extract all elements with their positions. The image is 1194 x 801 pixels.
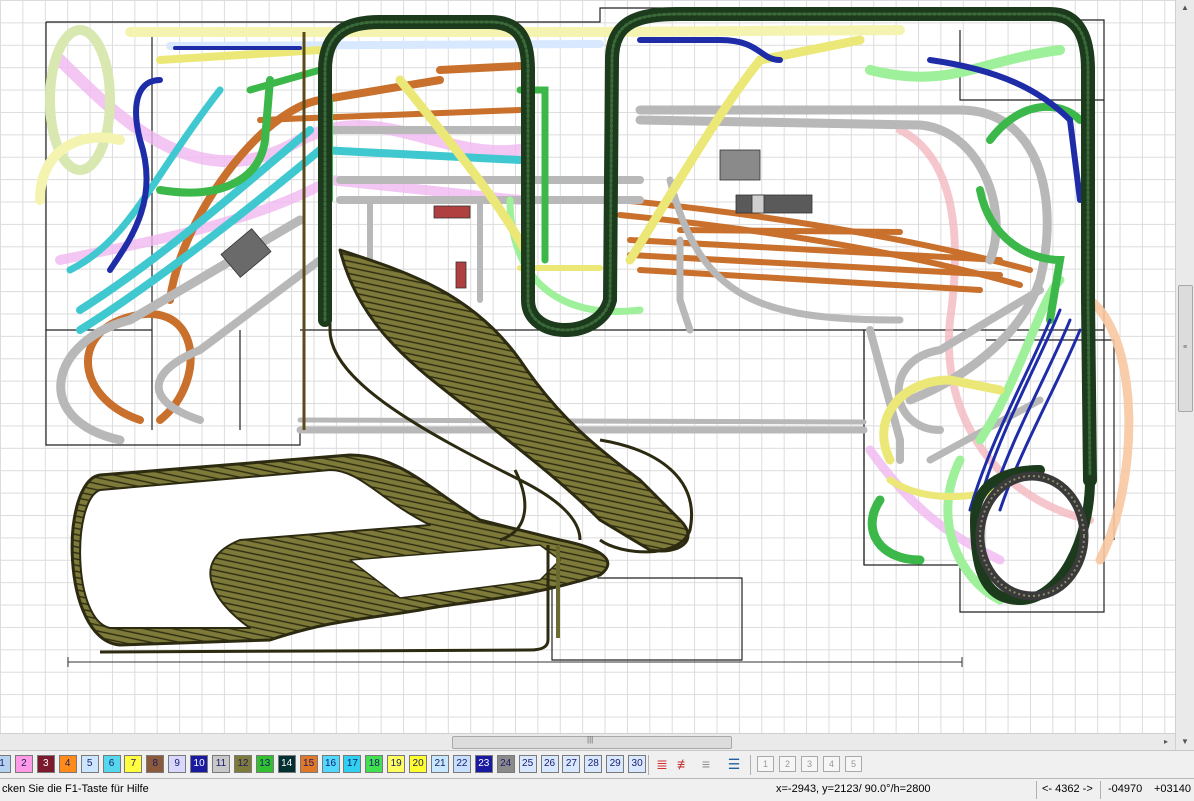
horizontal-scroll-thumb[interactable]: |||	[452, 735, 732, 749]
layer-button-15[interactable]: 15	[299, 755, 318, 773]
layer-button-23[interactable]: 23	[474, 755, 493, 773]
layer-button-2[interactable]: 2	[14, 755, 33, 773]
layer-button-1[interactable]: 1	[0, 755, 11, 773]
layer-button-14[interactable]: 14	[277, 755, 296, 773]
layer-button-24[interactable]: 24	[496, 755, 515, 773]
layer-button-19[interactable]: 19	[387, 755, 406, 773]
layer-button-26[interactable]: 26	[540, 755, 559, 773]
layer-button-11[interactable]: 11	[212, 755, 230, 773]
hide-layers-icon[interactable]: ≢	[674, 754, 694, 774]
view-button-3[interactable]: 3	[801, 756, 818, 772]
brown-tracks	[84, 62, 1033, 424]
view-button-5[interactable]: 5	[845, 756, 862, 772]
layer-button-4[interactable]: 4	[58, 755, 77, 773]
toolbar-separator	[648, 755, 649, 775]
range-readout: <- 4362 ->	[1042, 783, 1093, 795]
layer-button-8[interactable]: 8	[146, 755, 165, 773]
layer-button-13[interactable]: 13	[255, 755, 274, 773]
toolbar-separator	[750, 755, 751, 775]
scroll-grip-icon: ≡	[1183, 344, 1188, 351]
layer-button-28[interactable]: 28	[584, 755, 603, 773]
layer-button-27[interactable]: 27	[562, 755, 581, 773]
layer-button-17[interactable]: 17	[343, 755, 362, 773]
view-button-4[interactable]: 4	[823, 756, 840, 772]
layer-button-16[interactable]: 16	[321, 755, 340, 773]
layer-button-29[interactable]: 29	[606, 755, 625, 773]
status-bar: cken Sie die F1-Taste für Hilfe x=-2943,…	[0, 778, 1194, 801]
scroll-grip-icon: |||	[587, 735, 594, 744]
dimension-line	[67, 657, 963, 667]
scroll-up-icon[interactable]: ▲	[1176, 0, 1194, 16]
layer-toolbar: 1 2 3 4 5 6 7 8 9 10 11 12 13 14 15 16 17 18 19 20 21 22 23 24 2…	[0, 750, 1194, 778]
view-button-2[interactable]: 2	[779, 756, 796, 772]
layer-button-25[interactable]: 25	[518, 755, 537, 773]
offset-x-readout: -04970	[1108, 783, 1143, 795]
help-text: cken Sie die F1-Taste für Hilfe	[2, 783, 149, 795]
dim-layers-icon[interactable]: ≡	[696, 754, 716, 774]
layer-button-12[interactable]: 12	[233, 755, 252, 773]
layer-button-21[interactable]: 21	[431, 755, 449, 773]
layer-button-6[interactable]: 6	[102, 755, 121, 773]
scroll-down-icon[interactable]: ▼	[1176, 734, 1194, 750]
scroll-right-icon[interactable]: ▸	[1159, 734, 1173, 750]
layer-stack-icon[interactable]: ☰	[724, 754, 744, 774]
cursor-coordinates: x=-2943, y=2123/ 90.0°/h=2800	[776, 783, 931, 795]
offset-y-readout: +03140	[1154, 783, 1192, 795]
layer-button-9[interactable]: 9	[168, 755, 187, 773]
layers-icon[interactable]: ≣	[652, 754, 672, 774]
layer-button-20[interactable]: 20	[409, 755, 428, 773]
vertical-scrollbar[interactable]: ▲ ≡ ▼	[1175, 0, 1194, 750]
vertical-scroll-thumb[interactable]: ≡	[1178, 285, 1193, 412]
layer-button-7[interactable]: 7	[124, 755, 143, 773]
track-plan-drawing[interactable]	[0, 0, 1175, 735]
view-button-1[interactable]: 1	[757, 756, 774, 772]
layer-button-22[interactable]: 22	[452, 755, 471, 773]
layer-button-18[interactable]: 18	[365, 755, 384, 773]
layer-button-3[interactable]: 3	[36, 755, 55, 773]
layer-button-30[interactable]: 30	[628, 755, 647, 773]
layer-button-5[interactable]: 5	[80, 755, 99, 773]
horizontal-scrollbar[interactable]: ||| ▸	[0, 733, 1175, 750]
layer-button-10[interactable]: 10	[190, 755, 209, 773]
layout-canvas[interactable]	[0, 0, 1175, 735]
